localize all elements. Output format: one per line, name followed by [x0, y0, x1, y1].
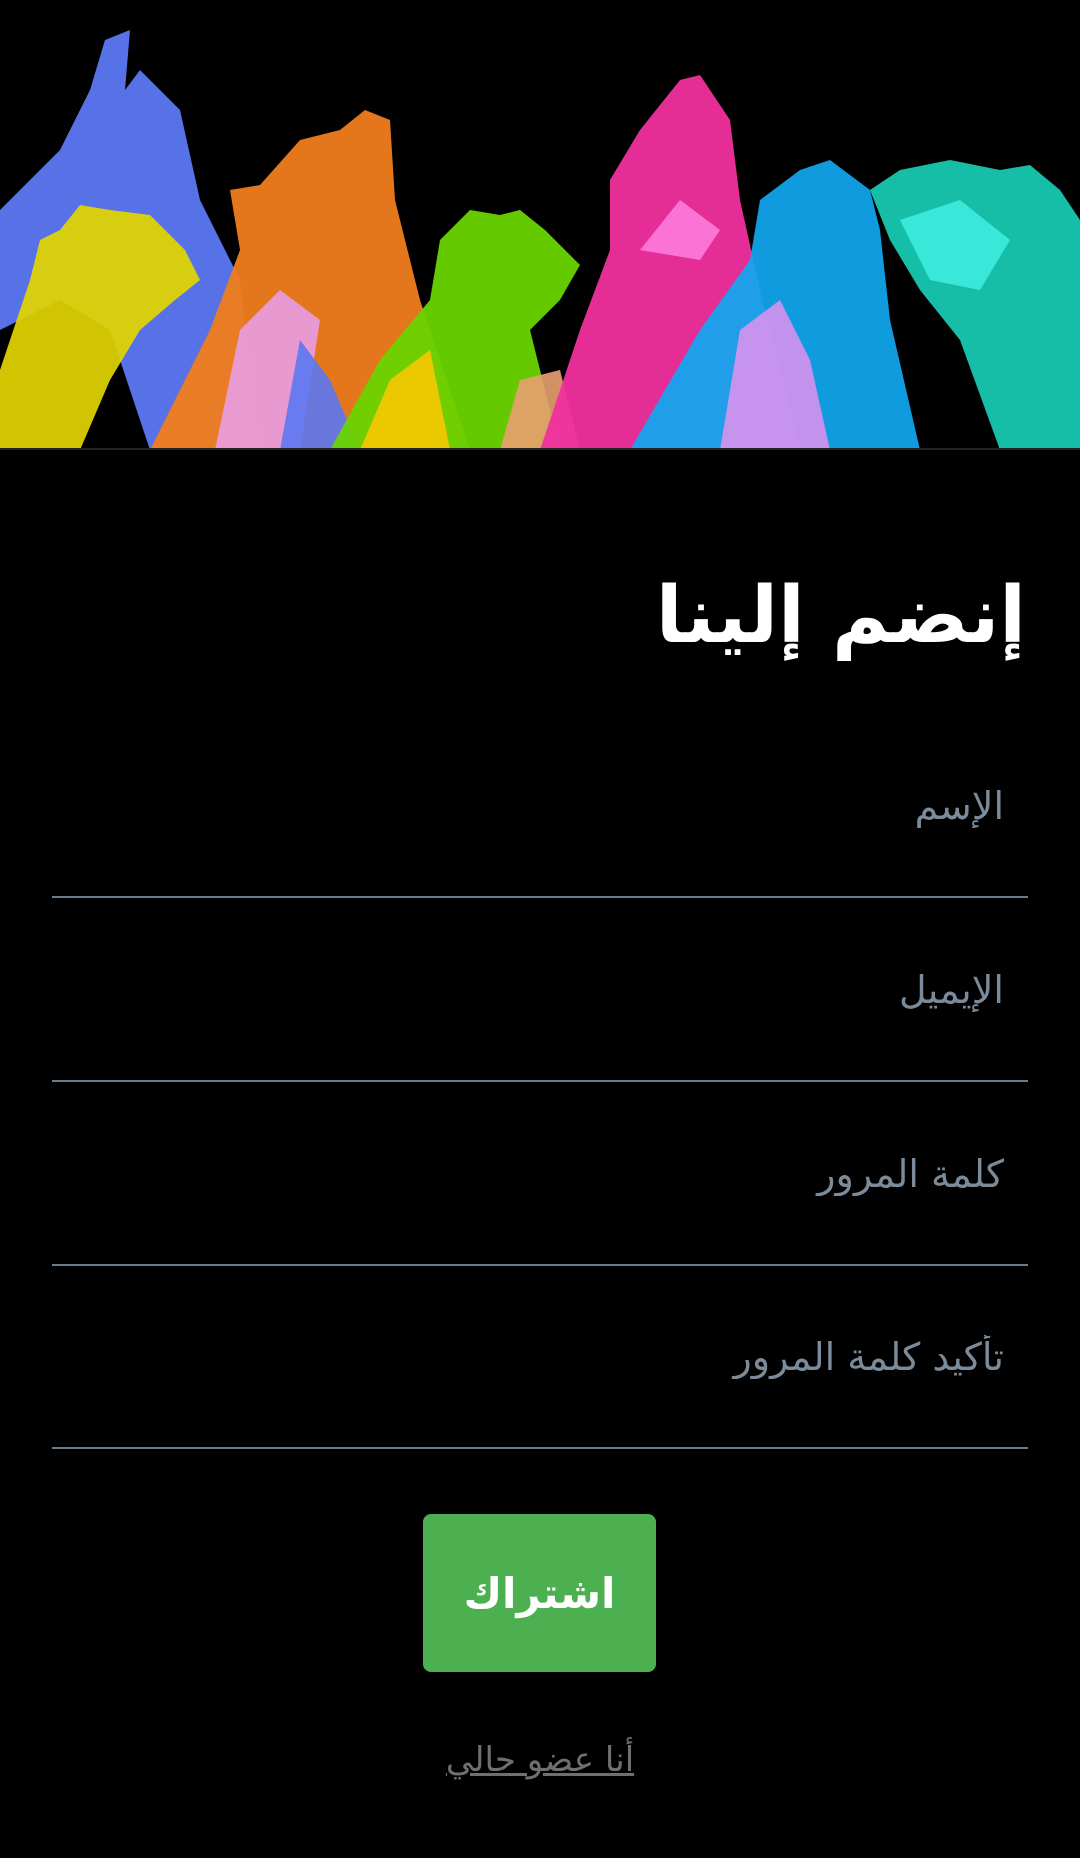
email-input[interactable]: [52, 940, 1028, 1080]
raised-hands-image: [0, 30, 1080, 450]
existing-member-link[interactable]: أنا عضو حالي: [0, 1740, 1080, 1780]
hero-banner: [0, 0, 1080, 460]
confirm-password-field[interactable]: [52, 1307, 1028, 1449]
name-field[interactable]: [52, 756, 1028, 898]
subscribe-button[interactable]: اشتراك: [423, 1514, 656, 1672]
page-title: إنضم إلينا: [655, 571, 1026, 661]
name-input[interactable]: [52, 756, 1028, 896]
email-field[interactable]: [52, 940, 1028, 1082]
password-input[interactable]: [52, 1124, 1028, 1264]
password-field[interactable]: [52, 1124, 1028, 1266]
confirm-password-input[interactable]: [52, 1307, 1028, 1447]
